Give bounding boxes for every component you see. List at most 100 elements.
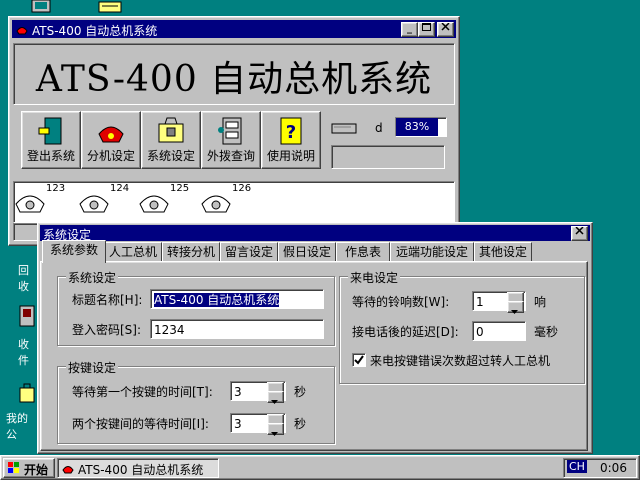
desktop-icon-label: 回收 bbox=[18, 264, 29, 293]
tab-system-params[interactable]: 系统参数 bbox=[42, 240, 106, 263]
spin-down-button[interactable] bbox=[267, 391, 284, 404]
delay-value: 0 bbox=[476, 325, 484, 339]
toolbar-outbound-query-button[interactable]: 外拨查询 bbox=[201, 111, 261, 169]
status-panel bbox=[331, 145, 445, 169]
progress-text: 83% bbox=[404, 120, 430, 133]
toolbar-label: 使用说明 bbox=[266, 149, 315, 163]
ime-indicator[interactable]: CH bbox=[567, 460, 587, 473]
first-key-value: 3 bbox=[234, 385, 242, 399]
minimize-button[interactable]: _ bbox=[401, 22, 418, 37]
close-icon bbox=[575, 226, 584, 235]
transfer-checkbox-label: 来电按键错误次数超过转人工总机 bbox=[370, 354, 551, 368]
toolbar-extension-button[interactable]: 分机设定 bbox=[81, 111, 141, 169]
arrow-down-icon bbox=[511, 310, 518, 314]
tab-other-settings[interactable]: 其他设定 bbox=[474, 242, 532, 262]
transfer-checkbox[interactable] bbox=[352, 353, 366, 367]
spin-down-button[interactable] bbox=[267, 423, 284, 436]
desktop-icon-label: 收件 bbox=[18, 338, 29, 367]
rings-spinner[interactable]: 1 bbox=[472, 291, 526, 314]
checkmark-icon bbox=[354, 355, 364, 365]
maximize-button[interactable] bbox=[418, 22, 435, 37]
toolbar-label: 登出系统 bbox=[26, 149, 75, 163]
tab-panel: 系统设定 标题名称[H]: ATS-400 自动总机系统 登入密码[S]: 12… bbox=[40, 261, 588, 451]
arrow-down-icon bbox=[271, 400, 278, 404]
extension-number: 125 bbox=[170, 183, 190, 194]
group-title: 系统设定 bbox=[66, 269, 119, 286]
title-name-value: ATS-400 自动总机系统 bbox=[154, 293, 280, 307]
close-icon bbox=[441, 22, 450, 31]
extension-number: 123 bbox=[46, 183, 66, 194]
group-system-settings: 系统设定 标题名称[H]: ATS-400 自动总机系统 登入密码[S]: 12… bbox=[57, 269, 335, 346]
help-icon: ? bbox=[280, 117, 302, 145]
clock: 0:06 bbox=[600, 461, 627, 475]
seconds-unit: 秒 bbox=[294, 385, 307, 399]
group-title: 来电设定 bbox=[348, 269, 401, 286]
banner-panel: ATS-400 自动总机系统 bbox=[13, 43, 455, 105]
first-key-spinner[interactable]: 3 bbox=[230, 381, 286, 404]
title-name-label: 标题名称[H]: bbox=[72, 293, 143, 307]
tab-holiday-settings[interactable]: 假日设定 bbox=[278, 242, 336, 262]
first-key-label: 等待第一个按键的时间[T]: bbox=[72, 385, 213, 399]
password-input[interactable]: 1234 bbox=[150, 319, 324, 339]
toolbar-system-settings-button[interactable]: 系统设定 bbox=[141, 111, 201, 169]
rings-value: 1 bbox=[476, 295, 484, 309]
delay-unit: 毫秒 bbox=[534, 325, 559, 339]
telephone-icon bbox=[139, 195, 169, 213]
extension-number: 126 bbox=[232, 183, 252, 194]
tab-message-settings[interactable]: 留言设定 bbox=[220, 242, 278, 262]
group-incoming-call: 来电设定 等待的铃响数[W]: 1 响 接电话後的延迟[D]: 0 毫秒 来电按… bbox=[339, 269, 585, 384]
password-label: 登入密码[S]: bbox=[72, 323, 142, 337]
folder-network-icon bbox=[98, 1, 122, 13]
desktop-icon-inbox[interactable]: 收件 bbox=[0, 300, 36, 367]
status-indicator-text: d bbox=[375, 121, 383, 135]
briefcase-icon bbox=[19, 383, 35, 403]
banner-title: ATS-400 自动总机系统 bbox=[35, 59, 433, 100]
computer-icon bbox=[31, 0, 51, 13]
taskbar-app-button[interactable]: ATS-400 自动总机系统 bbox=[57, 458, 219, 478]
extension-item[interactable]: 126 bbox=[200, 183, 251, 216]
delay-label: 接电话後的延迟[D]: bbox=[352, 325, 459, 339]
telephone-icon bbox=[15, 195, 45, 213]
desktop-icon-top-2[interactable] bbox=[96, 0, 126, 14]
tab-remote-functions[interactable]: 远端功能设定 bbox=[390, 242, 474, 262]
desktop-icon-briefcase[interactable]: 我的公 bbox=[0, 380, 36, 441]
close-button[interactable] bbox=[437, 22, 454, 37]
modem-icon bbox=[331, 123, 357, 134]
toolbar-help-button[interactable]: ? 使用说明 bbox=[261, 111, 321, 169]
desktop-icon-top-left[interactable] bbox=[28, 0, 54, 14]
taskbar: 开始 ATS-400 自动总机系统 CH 0:06 bbox=[0, 455, 640, 480]
toolbar-label: 外拨查询 bbox=[206, 149, 255, 163]
group-key-settings: 按键设定 等待第一个按键的时间[T]: 3 秒 两个按键间的等待时间[I]: 3… bbox=[57, 359, 335, 444]
rings-unit: 响 bbox=[534, 295, 547, 309]
toolbar-logout-button[interactable]: 登出系统 bbox=[21, 111, 81, 169]
maximize-icon bbox=[422, 23, 431, 31]
between-keys-label: 两个按键间的等待时间[I]: bbox=[72, 417, 209, 431]
extension-item[interactable]: 123 bbox=[14, 183, 65, 216]
title-name-input[interactable]: ATS-400 自动总机系统 bbox=[150, 289, 324, 309]
desktop-icon-recycle[interactable]: 回收 bbox=[0, 246, 36, 293]
dialog-close-button[interactable] bbox=[571, 226, 588, 241]
extension-item[interactable]: 124 bbox=[78, 183, 129, 216]
phone-app-icon bbox=[62, 466, 74, 474]
main-titlebar[interactable]: ATS-400 自动总机系统 _ bbox=[12, 20, 456, 38]
spin-down-button[interactable] bbox=[507, 301, 524, 314]
delay-input[interactable]: 0 bbox=[472, 321, 526, 341]
start-label: 开始 bbox=[24, 463, 49, 477]
inbox-icon bbox=[19, 305, 35, 327]
svg-text:?: ? bbox=[286, 122, 296, 143]
extension-item[interactable]: 125 bbox=[138, 183, 189, 216]
settings-dialog: 系统设定 系统参数 人工总机 转接分机 留言设定 假日设定 作息表 远端功能设定… bbox=[37, 222, 593, 454]
phone-app-icon bbox=[16, 27, 28, 35]
tab-operator[interactable]: 人工总机 bbox=[104, 242, 162, 262]
start-button[interactable]: 开始 bbox=[3, 458, 55, 478]
arrow-down-icon bbox=[271, 432, 278, 436]
between-keys-spinner[interactable]: 3 bbox=[230, 413, 286, 436]
tab-schedule[interactable]: 作息表 bbox=[336, 242, 390, 262]
telephone-icon bbox=[79, 195, 109, 213]
taskbar-app-label: ATS-400 自动总机系统 bbox=[78, 463, 204, 477]
seconds-unit: 秒 bbox=[294, 417, 307, 431]
phone-extension-icon bbox=[98, 126, 124, 143]
tab-transfer-extension[interactable]: 转接分机 bbox=[162, 242, 220, 262]
dialog-titlebar[interactable]: 系统设定 bbox=[40, 225, 590, 242]
extension-number: 124 bbox=[110, 183, 130, 194]
